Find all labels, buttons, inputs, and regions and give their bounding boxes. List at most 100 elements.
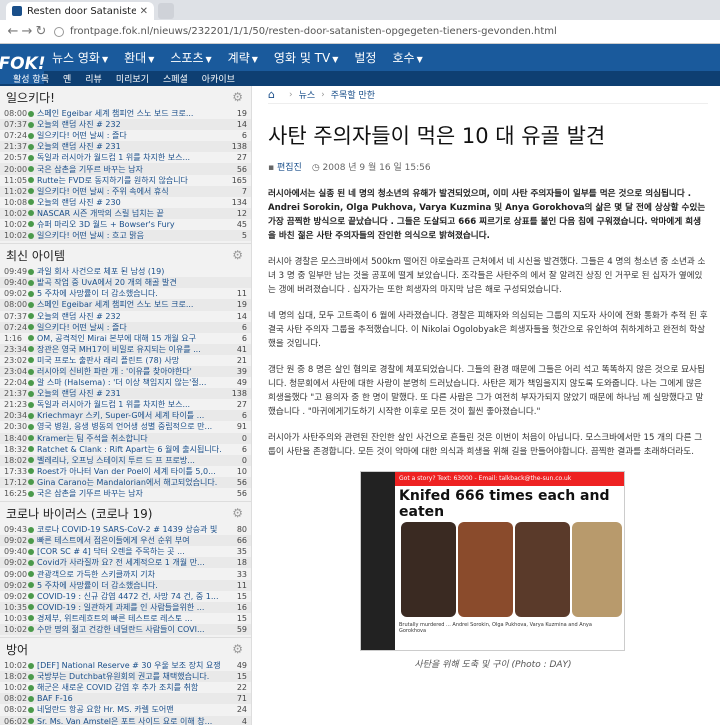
item-title[interactable]: 오늘의 랜덤 사진 # 232 [37, 119, 231, 130]
item-title[interactable]: [COR SC # 4] 닥터 오렌을 주목하는 곳 ... [37, 546, 231, 557]
item-title[interactable]: Ratchet & Clank : Rift Apart는 6 월에 출시됩니다… [37, 444, 231, 455]
subnav-specials[interactable]: 스페셜 [156, 72, 195, 85]
item-title[interactable]: Roest가 아나터 Van der Poel이 세계 타이틀 5,0... [37, 466, 231, 477]
list-item[interactable]: 17:33 Roest가 아나터 Van der Poel이 세계 타이틀 5,0… [0, 466, 251, 477]
url-field[interactable]: frontpage.fok.nl/nieuws/232201/1/1/50/re… [54, 26, 720, 37]
list-item[interactable]: 1:16 OM, 공격적인 Mirai 본부에 대해 15 개월 요구 6 [0, 333, 251, 344]
list-item[interactable]: 07:37 오늘의 랜덤 사진 # 232 14 [0, 119, 251, 131]
reload-icon[interactable]: ↻ [34, 24, 48, 39]
item-title[interactable]: 국은 삼촌을 기뚜르 바꾸는 남자 [37, 488, 231, 499]
list-item[interactable]: 10:02 일으키다! 어떤 날씨 : 흐고 맑음 5 [0, 230, 251, 242]
nav-lake[interactable]: 호수 ▼ [384, 49, 430, 66]
item-title[interactable]: 수만 명의 젊고 건강한 네덜란드 사람들이 COVI... [37, 624, 231, 635]
list-item[interactable]: 10:35 COVID-19 : 일관하게 과제를 인 사람들을위한 ... 16 [0, 601, 251, 613]
subnav-active[interactable]: 활성 항목 [6, 72, 56, 85]
list-item[interactable]: 07:24 일으키다! 어떤 날씨 : 즐다 6 [0, 321, 251, 333]
list-item[interactable]: 23:04 러시아의 신비한 파란 개 : '이유를 찾아야한다' 39 [0, 365, 251, 378]
list-item[interactable]: 09:02 COVID-19 : 신규 감염 4472 건, 사망 74 건, 중… [0, 591, 251, 602]
item-title[interactable]: BAF F-16 [37, 694, 231, 703]
close-tab-icon[interactable]: ✕ [140, 6, 148, 17]
list-item[interactable]: 10:03 경제부, 위트레흐트의 빠른 테스트로 레스토 ... 15 [0, 613, 251, 624]
list-item[interactable]: 08:00 스페인 Egeibar 세계 챔피언 스노 보드 크로... 19 [0, 108, 251, 119]
list-item[interactable]: 23:02 미국 프로노 출판사 래리 플린트 (78) 사망 21 [0, 355, 251, 366]
list-item[interactable]: 09:40 [COR SC # 4] 닥터 오렌을 주목하는 곳 ... 35 [0, 546, 251, 557]
item-title[interactable]: 일으키다! 어떤 날씨 : 즐다 [37, 322, 231, 333]
back-icon[interactable]: ← [6, 24, 20, 39]
crumb-notable[interactable]: 주목할 만한 [331, 88, 375, 101]
list-item[interactable]: 18:02 벨레리나, 오프닝 스테이지 투르 드 프 프로방... 0 [0, 454, 251, 466]
list-item[interactable]: 07:37 오늘의 랜덤 사진 # 232 14 [0, 311, 251, 322]
item-title[interactable]: 영국 병원, 응생 병동의 언어생 성별 중립적으로 만... [37, 421, 231, 432]
subnav-reviews[interactable]: 리뷰 [78, 72, 109, 85]
list-item[interactable]: 09:00 관광객으로 가득한 스키클까지 기차 33 [0, 568, 251, 579]
item-title[interactable]: 오늘의 랜덤 사진 # 231 [37, 141, 231, 152]
item-title[interactable]: Rutte는 FVD로 동지하기를 원하지 않습니다 [37, 175, 231, 186]
nav-news[interactable]: 뉴스 영화 ▼ [44, 49, 116, 66]
list-item[interactable]: 08:00 스페인 Egeibar 세계 챔피언 스노 보드 크로... 19 [0, 299, 251, 311]
item-title[interactable]: 일으키다! 어떤 날씨 : 즐다 [37, 130, 231, 141]
nav-movies-tv[interactable]: 영화 및 TV ▼ [266, 49, 346, 66]
item-title[interactable]: 스페인 Egeibar 세계 챔피언 스노 보드 크로... [37, 108, 231, 119]
item-title[interactable]: 국은 삼촌을 기뚜르 바꾸는 남자 [37, 164, 231, 175]
info-icon[interactable] [54, 26, 64, 37]
nav-law[interactable]: 벌정 [346, 49, 384, 66]
list-item[interactable]: 09:02 Covid가 사라질까 요? 전 세계적으로 1 개월 만... 18 [0, 557, 251, 569]
item-title[interactable]: [DEF] National Reserve # 30 우울 보조 장치 요쟁 [37, 660, 231, 671]
forward-icon[interactable]: → [20, 24, 34, 39]
subnav-previews[interactable]: 미리보기 [109, 72, 156, 85]
list-item[interactable]: 10:02 슈퍼 마리오 3D 월드 + Bowser's Fury 45 [0, 219, 251, 230]
list-item[interactable]: 17:12 Gina Carano는 Mandalorian에서 해고되었습니다.… [0, 476, 251, 488]
item-title[interactable]: Kriechmayr 스키, Super-G에서 세계 타이틀 ... [37, 410, 231, 421]
item-title[interactable]: COVID-19 : 신규 감염 4472 건, 사망 74 건, 중 1... [37, 591, 231, 602]
list-item[interactable]: 20:00 국은 삼촌을 기뚜르 바꾸는 남자 56 [0, 163, 251, 175]
item-title[interactable]: 해군은 새로운 COVID 감염 후 추가 조치를 취함 [37, 682, 231, 693]
list-item[interactable]: 20:57 독일과 러시아가 월드컵 1 위를 차지한 보스... 27 [0, 152, 251, 163]
list-item[interactable]: 21:23 독일과 러시아가 월드컵 1 위를 차지한 보스... 27 [0, 399, 251, 410]
list-item[interactable]: 16:25 국은 삼촌을 기뚜르 바꾸는 남자 56 [0, 488, 251, 499]
item-title[interactable]: 코로나 COVID-19 SARS-CoV-2 # 1439 상승과 빛 [37, 524, 231, 535]
list-item[interactable]: 09:40 밭곡 작업 중 UvA에서 20 개의 해골 발견 [0, 277, 251, 289]
item-title[interactable]: 스페인 Egeibar 세계 챔피언 스노 보드 크로... [37, 299, 231, 310]
item-title[interactable]: 네덜란드 항공 요함 Hr. MS. 카렐 도어맨 [37, 704, 231, 715]
list-item[interactable]: 23:34 장관은 영국 MH17이 비밀로 유지되는 이유를 ... 41 [0, 343, 251, 355]
new-tab-button[interactable] [158, 3, 174, 19]
list-item[interactable]: 18:02 국방부는 Dutchbat유원회의 권고를 채택했습니다. 15 [0, 671, 251, 683]
item-title[interactable]: 과일 회사 사건으로 체포 된 남성 (19) [37, 266, 231, 277]
item-title[interactable]: 국방부는 Dutchbat유원회의 권고를 채택했습니다. [37, 671, 231, 682]
gear-icon[interactable]: ⚙ [232, 90, 243, 104]
list-item[interactable]: 11:05 Rutte는 FVD로 동지하기를 원하지 않습니다 165 [0, 175, 251, 186]
item-title[interactable]: 관광객으로 가득한 스키클까지 기차 [37, 569, 231, 580]
item-title[interactable]: Covid가 사라질까 요? 전 세계적으로 1 개월 만... [37, 557, 231, 568]
subnav-yen[interactable]: 옌 [56, 72, 78, 85]
item-title[interactable]: 오늘의 랜덤 사진 # 230 [37, 197, 231, 208]
nav-hospitality[interactable]: 환대 ▼ [116, 49, 162, 66]
item-title[interactable]: 장관은 영국 MH17이 비밀로 유지되는 이유를 ... [37, 344, 231, 355]
subnav-archive[interactable]: 아카이브 [195, 72, 242, 85]
list-item[interactable]: 09:43 코로나 COVID-19 SARS-CoV-2 # 1439 상승과 … [0, 524, 251, 535]
item-title[interactable]: Sr. Ms. Van Amstel은 포트 사이드 요로 이해 창... [37, 716, 231, 725]
crumb-news[interactable]: 뉴스 [299, 88, 316, 101]
item-title[interactable]: 알 스마 (Halsema) : '더 이상 책임지지 않는'절... [37, 377, 231, 388]
item-title[interactable]: 오늘의 랜덤 사진 # 232 [37, 311, 231, 322]
list-item[interactable]: 10:08 오늘의 랜덤 사진 # 230 134 [0, 197, 251, 208]
list-item[interactable]: 08:02 BAF F-16 71 [0, 693, 251, 705]
author[interactable]: 편집진 [277, 163, 302, 173]
list-item[interactable]: 10:02 NASCAR 시즌 개막의 스릴 넘치는 끝 12 [0, 207, 251, 219]
item-title[interactable]: 경제부, 위트레흐트의 빠른 테스트로 레스토 ... [37, 613, 231, 624]
nav-sports[interactable]: 스포츠 ▼ [162, 49, 219, 66]
item-title[interactable]: 러시아의 신비한 파란 개 : '이유를 찾아야한다' [37, 366, 231, 377]
list-item[interactable]: 09:02 5 주차에 사망률이 더 감소했습니다. 11 [0, 579, 251, 591]
item-title[interactable]: 슈퍼 마리오 3D 월드 + Bowser's Fury [37, 219, 231, 230]
list-item[interactable]: 18:40 Kramer는 팀 주석을 취소합니다 0 [0, 432, 251, 444]
list-item[interactable]: 22:04 알 스마 (Halsema) : '더 이상 책임지지 않는'절...… [0, 377, 251, 388]
item-title[interactable]: Kramer는 팀 주석을 취소합니다 [37, 433, 231, 444]
item-title[interactable]: 밭곡 작업 중 UvA에서 20 개의 해골 발견 [37, 277, 231, 288]
item-title[interactable]: 독일과 러시아가 월드컵 1 위를 차지한 보스... [37, 152, 231, 163]
item-title[interactable]: 5 주차에 사망률이 더 감소했습니다. [37, 288, 231, 299]
home-icon[interactable]: ⌂ [268, 88, 275, 101]
list-item[interactable]: 20:34 Kriechmayr 스키, Super-G에서 세계 타이틀 ...… [0, 410, 251, 422]
list-item[interactable]: 10:02 [DEF] National Reserve # 30 우울 보조 장… [0, 660, 251, 671]
list-item[interactable]: 10:02 해군은 새로운 COVID 감염 후 추가 조치를 취함 22 [0, 682, 251, 693]
item-title[interactable]: 미국 프로노 출판사 래리 플린트 (78) 사망 [37, 355, 231, 366]
item-title[interactable]: COVID-19 : 일관하게 과제를 인 사람들을위한 ... [37, 602, 231, 613]
